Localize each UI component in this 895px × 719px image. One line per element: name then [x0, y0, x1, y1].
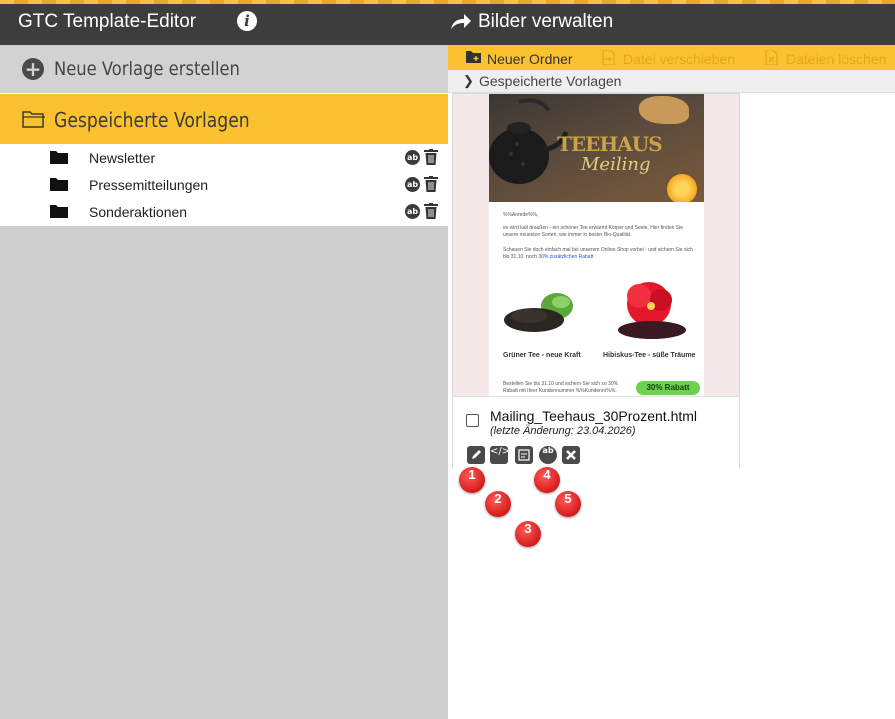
discount-badge: 30% Rabatt [636, 381, 700, 395]
trash-icon[interactable] [424, 203, 438, 219]
rename-folder-icon[interactable]: ab [405, 177, 420, 192]
new-template-button[interactable]: + Neue Vorlage erstellen [0, 45, 448, 94]
file-info: Mailing_Teehaus_30Prozent.html (letzte Ä… [453, 396, 739, 468]
new-template-label: Neue Vorlage erstellen [54, 58, 240, 80]
email-footer-text: Bestellen Sie bis 31.10 und sichern Sie … [503, 381, 619, 394]
marker-4: 4 [534, 467, 560, 493]
folder-name: Sonderaktionen [89, 204, 188, 220]
marker-2: 2 [485, 491, 511, 517]
file-name: Mailing_Teehaus_30Prozent.html [490, 408, 698, 424]
hero-subtitle: Meiling [581, 154, 651, 175]
new-folder-button[interactable]: Neuer Ordner [487, 51, 573, 67]
hero-title: TEEHAUS [557, 132, 663, 156]
folder-row-newsletter[interactable]: Newsletter ab [0, 144, 448, 171]
ginger-image [639, 96, 689, 124]
email-paragraph-1: es wird kalt draußen - ein schöner Tee e… [503, 225, 683, 238]
image-manager-title: Bilder verwalten [478, 11, 614, 32]
image-manager-header: Bilder verwalten [448, 4, 895, 45]
rename-folder-icon[interactable]: ab [405, 150, 420, 165]
file-select-checkbox[interactable] [466, 414, 479, 427]
product-label-green-tea: Grüner Tee - neue Kraft [503, 352, 581, 359]
hibiscus-tea-image [618, 282, 686, 339]
move-file-button[interactable]: Datei verschieben [623, 51, 735, 67]
marker-5: 5 [555, 491, 581, 517]
folder-name: Pressemitteilungen [89, 177, 209, 193]
folder-list: Newsletter ab Pressemitteilungen ab Sond… [0, 144, 448, 226]
hero-image: TEEHAUS Meiling [489, 94, 704, 202]
code-icon[interactable]: </> [490, 446, 510, 464]
saved-templates-label: Gespeicherte Vorlagen [54, 108, 250, 132]
edit-icon[interactable] [467, 446, 485, 464]
left-panel: + Neue Vorlage erstellen Gespeicherte Vo… [0, 45, 448, 719]
template-preview[interactable]: TEEHAUS Meiling %%Anrede%%, es wird kalt… [453, 94, 739, 396]
folder-open-icon [22, 111, 45, 128]
folder-row-sonderaktionen[interactable]: Sonderaktionen ab [0, 198, 448, 225]
email-greeting: %%Anrede%%, [503, 212, 539, 218]
new-folder-icon [466, 51, 481, 63]
folder-row-pressemitteilungen[interactable]: Pressemitteilungen ab [0, 171, 448, 198]
breadcrumb-item[interactable]: Gespeicherte Vorlagen [479, 73, 621, 89]
trash-icon[interactable] [424, 149, 438, 165]
info-icon[interactable]: i [237, 11, 257, 31]
app-header: GTC Template-Editor i [0, 4, 448, 45]
folder-name: Newsletter [89, 150, 156, 166]
app-title: GTC Template-Editor [18, 11, 197, 32]
rename-icon[interactable]: ab [539, 446, 557, 464]
folder-icon [50, 205, 68, 218]
file-modified-date: (letzte Änderung: 23.04.2026) [490, 425, 636, 437]
delete-files-icon [765, 50, 778, 65]
email-paragraph-2: Schauen Sie doch einfach mal bei unserem… [503, 247, 693, 261]
share-arrow-icon [451, 14, 471, 29]
email-discount-link: 30% zusätzlichen Rabatt [538, 254, 594, 260]
lemon-image [667, 174, 697, 202]
move-file-icon [602, 50, 615, 65]
product-label-hibiscus: Hibiskus-Tee - süße Träume [603, 352, 696, 359]
trash-icon[interactable] [424, 176, 438, 192]
green-tea-image [504, 293, 573, 332]
file-card[interactable]: TEEHAUS Meiling %%Anrede%%, es wird kalt… [452, 93, 740, 468]
saved-templates-section[interactable]: Gespeicherte Vorlagen [0, 94, 448, 144]
email-preview: TEEHAUS Meiling %%Anrede%%, es wird kalt… [489, 94, 704, 396]
breadcrumb: ❯ Gespeicherte Vorlagen [448, 70, 895, 93]
delete-files-button[interactable]: Dateien löschen [786, 51, 886, 67]
rename-folder-icon[interactable]: ab [405, 204, 420, 219]
chevron-right-icon: ❯ [463, 73, 474, 88]
plus-icon: + [22, 58, 44, 80]
folder-icon [50, 151, 68, 164]
marker-3: 3 [515, 521, 541, 547]
preview-icon[interactable] [515, 446, 533, 464]
marker-1: 1 [459, 467, 485, 493]
toolbar: Neuer Ordner Datei verschieben Dateien l… [448, 45, 895, 70]
email-paragraph-2-text: Schauen Sie doch einfach mal bei unserem… [503, 247, 693, 260]
folder-icon [50, 178, 68, 191]
delete-icon[interactable] [562, 446, 580, 464]
